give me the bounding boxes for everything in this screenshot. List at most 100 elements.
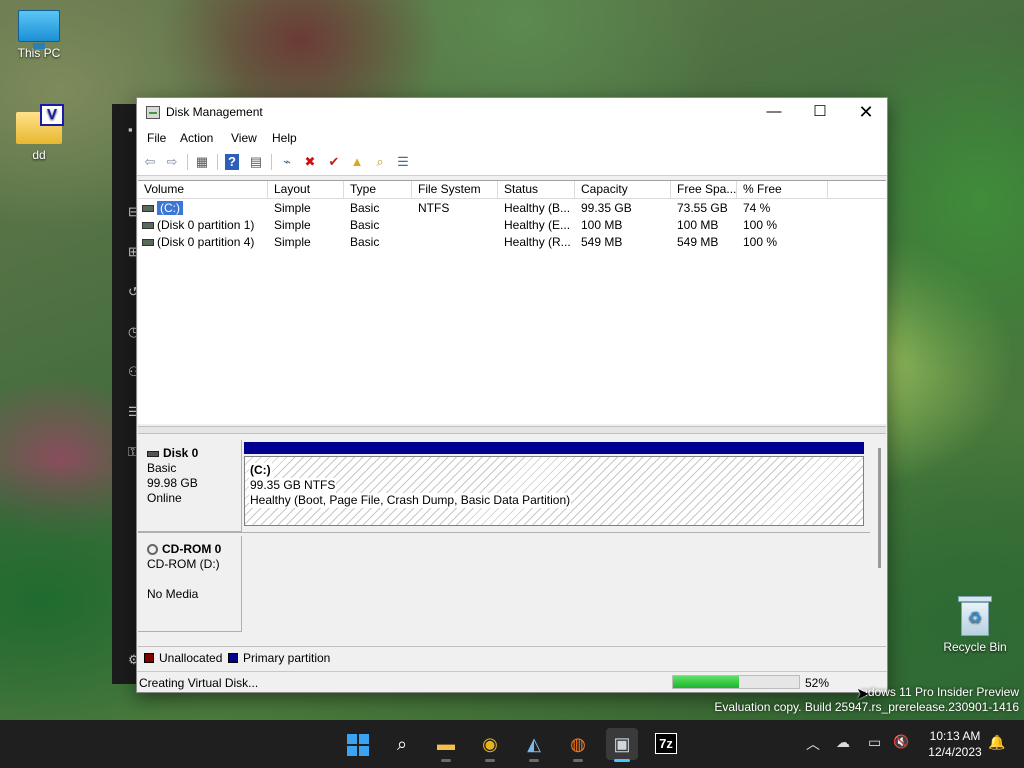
disk-media: No Media	[147, 587, 199, 601]
desktop-icon-this-pc[interactable]: This PC	[1, 10, 77, 60]
folder-up-icon[interactable]: ▲	[348, 153, 366, 171]
show-hide-action-pane-icon[interactable]: ▤	[247, 153, 265, 171]
volume-disk-icon	[142, 239, 154, 247]
legend: Unallocated Primary partition	[138, 646, 886, 668]
partition-c-block[interactable]: (C:) 99.35 GB NTFS Healthy (Boot, Page F…	[244, 456, 864, 526]
legend-label: Primary partition	[243, 651, 331, 665]
hard-drive-icon	[147, 450, 159, 457]
divider	[138, 532, 870, 533]
menu-glyph-icon: ▪	[128, 122, 133, 137]
partition-size-fs: 99.35 GB NTFS	[249, 478, 337, 493]
check-icon[interactable]: ✔	[325, 153, 343, 171]
scrollbar-thumb[interactable]	[878, 448, 881, 568]
partition-name: (C:)	[249, 463, 272, 478]
column-header-percent-free[interactable]: % Free	[737, 181, 828, 199]
taskbar-7zip[interactable]: 7z	[650, 728, 682, 760]
maximize-button[interactable]: ☐	[797, 98, 843, 128]
clock-date: 12/4/2023	[928, 745, 982, 759]
volume-percent-free: 74 %	[743, 201, 771, 215]
menu-view[interactable]: View	[231, 131, 257, 145]
file-explorer-icon: ▬	[437, 734, 455, 754]
taskbar-file-explorer[interactable]: ▬	[430, 728, 462, 762]
disk-name: CD-ROM 0	[162, 542, 222, 556]
search-icon: ⌕	[396, 734, 408, 754]
taskbar-clock[interactable]: 10:13 AM 12/4/2023	[918, 728, 992, 760]
close-button[interactable]: ✕	[843, 98, 889, 128]
vertical-scrollbar[interactable]	[874, 436, 886, 636]
taskbar-disk-management[interactable]: ▣	[606, 728, 638, 762]
menu-file[interactable]: File	[147, 131, 166, 145]
monitor-icon	[18, 10, 60, 49]
back-arrow-icon[interactable]: ⇦	[141, 153, 159, 171]
network-icon[interactable]: ▭	[868, 734, 881, 751]
start-button[interactable]	[342, 728, 374, 760]
menu-help[interactable]: Help	[272, 131, 297, 145]
chevron-up-icon[interactable]: ︿	[806, 734, 820, 754]
column-header-capacity[interactable]: Capacity	[575, 181, 671, 199]
cdrom0-area[interactable]	[242, 536, 870, 632]
desktop-icon-label: Recycle Bin	[943, 640, 1007, 654]
disk-management-window: Disk Management — ☐ ✕ File Action View H…	[136, 97, 888, 693]
column-header-file-system[interactable]: File System	[412, 181, 498, 199]
legend-item-unallocated: Unallocated	[144, 651, 222, 665]
pane-splitter[interactable]	[138, 426, 886, 434]
volume-file-system: NTFS	[418, 201, 450, 215]
volume-row-c[interactable]: (C:) Simple Basic NTFS Healthy (B... 99.…	[138, 200, 886, 217]
volume-free-space: 100 MB	[677, 218, 719, 232]
menu-bar: File Action View Help	[137, 128, 887, 148]
title-bar[interactable]: Disk Management — ☐ ✕	[137, 98, 887, 128]
desktop-icon-recycle-bin[interactable]: ♻ Recycle Bin	[937, 596, 1013, 654]
connect-disk-icon[interactable]: ⌁	[278, 153, 296, 171]
recycle-bin-icon: ♻	[958, 596, 992, 636]
taskbar-chrome[interactable]: ◉	[474, 728, 506, 762]
volume-muted-icon[interactable]: 🔇	[893, 734, 909, 750]
volume-row-disk0-partition4[interactable]: (Disk 0 partition 4) Simple Basic Health…	[138, 234, 886, 251]
primary-partition-bar	[244, 442, 864, 454]
folder-badge: V	[40, 104, 64, 126]
volume-free-space: 549 MB	[677, 235, 719, 249]
windows-start-icon	[347, 734, 369, 757]
toolbar: ⇦ ⇨ ▦ ? ▤ ⌁ ✖ ✔ ▲ ⌕ ☰	[137, 148, 887, 176]
menu-action[interactable]: Action	[180, 131, 213, 145]
minimize-button[interactable]: —	[751, 98, 797, 128]
volume-row-disk0-partition1[interactable]: (Disk 0 partition 1) Simple Basic Health…	[138, 217, 886, 234]
bell-icon[interactable]: 🔔	[988, 734, 1005, 751]
help-icon[interactable]: ?	[225, 154, 239, 170]
firefox-icon: ◍	[570, 734, 586, 754]
disk-management-icon: ▣	[613, 734, 631, 754]
taskbar-firefox[interactable]: ◍	[562, 728, 594, 762]
volume-name: (C:)	[157, 201, 183, 215]
mouse-cursor-icon: ➤	[856, 686, 870, 703]
cd-rom-icon	[147, 544, 158, 556]
cdrom0-label[interactable]: CD-ROM 0 CD-ROM (D:) No Media	[138, 536, 242, 632]
volume-status: Healthy (E...	[504, 218, 571, 232]
onedrive-icon[interactable]: ☁	[836, 734, 850, 751]
taskbar-resource-monitor[interactable]: ◭	[518, 728, 550, 762]
forward-arrow-icon[interactable]: ⇨	[163, 153, 181, 171]
properties-icon[interactable]: ☰	[394, 153, 412, 171]
volume-capacity: 99.35 GB	[581, 201, 632, 215]
chrome-icon: ◉	[482, 734, 498, 754]
show-hide-console-tree-icon[interactable]: ▦	[193, 153, 211, 171]
disk0-label[interactable]: Disk 0 Basic 99.98 GB Online	[138, 440, 242, 532]
search-folder-icon[interactable]: ⌕	[371, 153, 389, 171]
column-header-layout[interactable]: Layout	[268, 181, 344, 199]
column-header-free-space[interactable]: Free Spa...	[671, 181, 737, 199]
taskbar-search[interactable]: ⌕	[386, 728, 418, 760]
delete-icon[interactable]: ✖	[301, 153, 319, 171]
column-header-type[interactable]: Type	[344, 181, 412, 199]
volume-name: (Disk 0 partition 4)	[157, 235, 255, 249]
toolbar-separator	[187, 154, 188, 170]
volume-disk-icon	[142, 205, 154, 213]
partition-status: Healthy (Boot, Page File, Crash Dump, Ba…	[249, 493, 572, 508]
toolbar-separator	[217, 154, 218, 170]
disk-graphical-view: Disk 0 Basic 99.98 GB Online (C:) 99.35 …	[138, 436, 886, 636]
volume-capacity: 549 MB	[581, 235, 623, 249]
column-header-status[interactable]: Status	[498, 181, 575, 199]
volume-layout: Simple	[274, 201, 311, 215]
volume-percent-free: 100 %	[743, 235, 778, 249]
column-header-volume[interactable]: Volume	[138, 181, 268, 199]
desktop-icon-dd[interactable]: V dd	[1, 104, 77, 162]
volume-type: Basic	[350, 235, 380, 249]
volume-list[interactable]: Volume Layout Type File System Status Ca…	[138, 180, 886, 424]
